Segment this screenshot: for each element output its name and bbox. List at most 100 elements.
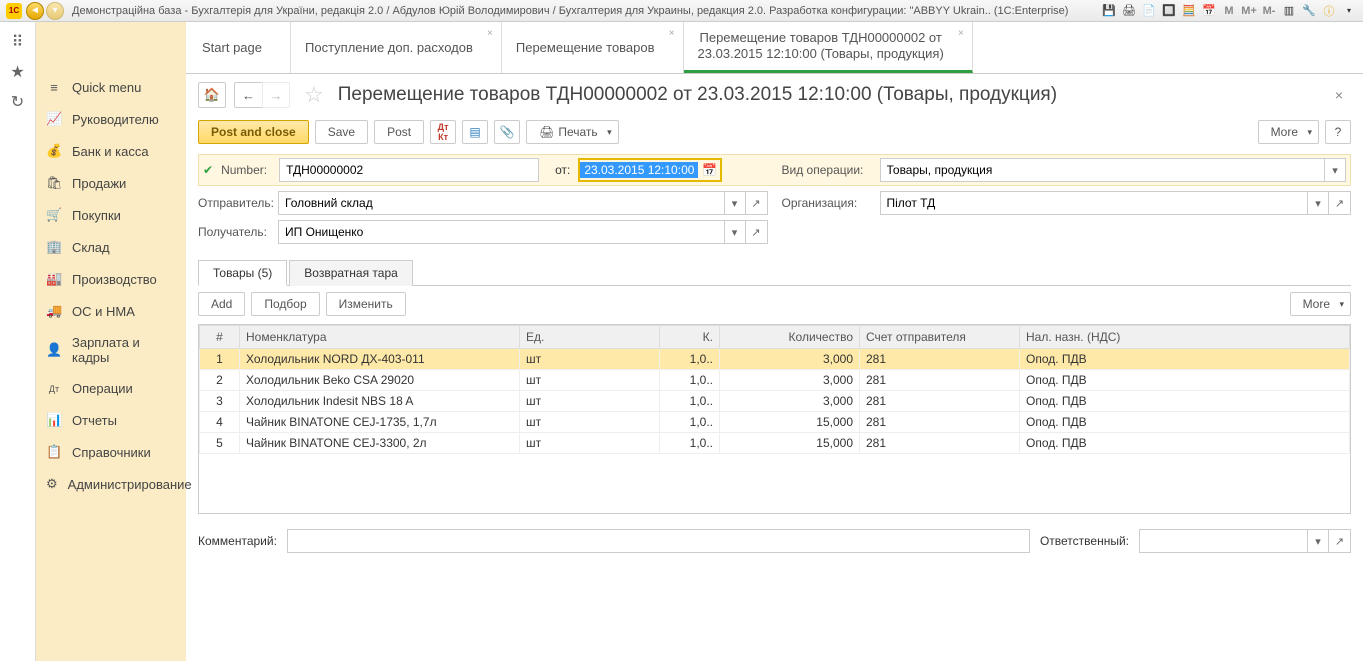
subtab-tara[interactable]: Возвратная тара (289, 260, 413, 286)
sidebar-item-manager[interactable]: 📈 Руководителю (36, 103, 186, 135)
close-icon[interactable]: × (958, 28, 964, 40)
number-input[interactable] (279, 158, 539, 182)
col-acc[interactable]: Счет отправителя (860, 326, 1020, 349)
tb-dropdown-icon[interactable]: ▾ (1341, 3, 1357, 19)
nav-back-button[interactable]: ◄ (26, 2, 44, 20)
structure-button[interactable]: ▤ (462, 120, 488, 144)
favorite-icon[interactable]: ★ (8, 62, 28, 82)
col-vat[interactable]: Нал. назн. (НДС) (1020, 326, 1350, 349)
col-k[interactable]: К. (660, 326, 720, 349)
sender-input[interactable] (278, 191, 724, 215)
cell-vat: Опод. ПДВ (1020, 349, 1350, 370)
tb-calc-icon[interactable]: 🧮 (1181, 3, 1197, 19)
open-icon[interactable]: ↗ (746, 220, 768, 244)
subtab-goods[interactable]: Товары (5) (198, 260, 287, 286)
col-unit[interactable]: Ед. (520, 326, 660, 349)
op-type-input[interactable] (880, 158, 1325, 182)
select-button[interactable]: Подбор (251, 292, 319, 316)
tb-info-icon[interactable]: ⓘ (1321, 3, 1337, 19)
sidebar-item-warehouse[interactable]: 🏢Склад (36, 231, 186, 263)
sidebar-item-sales[interactable]: 🛍Продажи (36, 167, 186, 199)
table-row[interactable]: 4Чайник BINATONE CEJ-1735, 1,7лшт1,0..15… (200, 412, 1350, 433)
receiver-input[interactable] (278, 220, 724, 244)
sidebar-item-operations[interactable]: ДтОперации (36, 373, 186, 404)
sidebar-item-admin[interactable]: ⚙Администрирование (36, 468, 186, 500)
cell-unit: шт (520, 391, 660, 412)
sidebar-item-refs[interactable]: 📋Справочники (36, 436, 186, 468)
table-row[interactable]: 2Холодильник Beko CSA 29020шт1,0..3,0002… (200, 370, 1350, 391)
more-button[interactable]: More (1258, 120, 1319, 144)
dropdown-icon[interactable]: ▾ (1324, 158, 1346, 182)
responsible-input[interactable] (1139, 529, 1307, 553)
col-index[interactable]: # (200, 326, 240, 349)
favorite-star-icon[interactable]: ☆ (304, 82, 324, 108)
tb-doc-icon[interactable]: 📄 (1141, 3, 1157, 19)
sidebar-item-bank[interactable]: 💰Банк и касса (36, 135, 186, 167)
tab-label: Перемещение товаров (516, 40, 655, 55)
edit-button[interactable]: Изменить (326, 292, 406, 316)
tb-mminus-button[interactable]: M- (1261, 3, 1277, 19)
tb-compare-icon[interactable]: 🔲 (1161, 3, 1177, 19)
cell-k: 1,0.. (660, 391, 720, 412)
sidebar-item-hr[interactable]: 👤Зарплата и кадры (36, 327, 186, 373)
back-button[interactable]: ← (234, 82, 262, 108)
sidebar-item-quick-menu[interactable]: ≡Quick menu (36, 72, 186, 103)
cell-vat: Опод. ПДВ (1020, 370, 1350, 391)
attach-button[interactable]: 📎 (494, 120, 520, 144)
post-and-close-button[interactable]: Post and close (198, 120, 309, 144)
tab-transfer-doc[interactable]: Перемещение товаров ТДН00000002 от 23.03… (684, 22, 973, 73)
calendar-icon[interactable]: 📅 (698, 163, 720, 177)
page-close-button[interactable]: × (1327, 83, 1351, 107)
table-row[interactable]: 3Холодильник Indesit NBS 18 Aшт1,0..3,00… (200, 391, 1350, 412)
help-button[interactable]: ? (1325, 120, 1351, 144)
nav-fwd-button[interactable]: ▾ (46, 2, 64, 20)
open-icon[interactable]: ↗ (746, 191, 768, 215)
save-button[interactable]: Save (315, 120, 368, 144)
dtkt-button[interactable]: ДтКт (430, 120, 456, 144)
sidebar-item-label: Руководителю (72, 112, 159, 127)
table-header-row: # Номенклатура Ед. К. Количество Счет от… (200, 326, 1350, 349)
dropdown-icon[interactable]: ▾ (1307, 191, 1329, 215)
tab-receipt[interactable]: Поступление доп. расходов× (291, 22, 502, 73)
tb-save-icon[interactable]: 💾 (1101, 3, 1117, 19)
tb-tools-icon[interactable]: 🔧 (1301, 3, 1317, 19)
sidebar-item-assets[interactable]: 🚚ОС и НМА (36, 295, 186, 327)
sidebar-item-production[interactable]: 🏭Производство (36, 263, 186, 295)
dropdown-icon[interactable]: ▾ (724, 220, 746, 244)
table-row[interactable]: 1Холодильник NORD ДХ-403-011шт1,0..3,000… (200, 349, 1350, 370)
date-input[interactable]: 23.03.2015 12:10:00 📅 (578, 158, 722, 182)
tb-panel-icon[interactable]: ▥ (1281, 3, 1297, 19)
tb-print-icon[interactable]: 🖨 (1121, 3, 1137, 19)
print-button[interactable]: 🖨Печать (526, 120, 619, 144)
add-row-button[interactable]: Add (198, 292, 245, 316)
table-more-button[interactable]: More (1290, 292, 1351, 316)
open-icon[interactable]: ↗ (1329, 191, 1351, 215)
tab-start[interactable]: Start page (188, 22, 291, 73)
tb-calendar-icon[interactable]: 📅 (1201, 3, 1217, 19)
org-input[interactable] (880, 191, 1308, 215)
dropdown-icon[interactable]: ▾ (724, 191, 746, 215)
tab-transfer-list[interactable]: Перемещение товаров × (502, 22, 684, 73)
comment-input[interactable] (287, 529, 1030, 553)
cell-acc: 281 (860, 433, 1020, 454)
tb-mplus-button[interactable]: M+ (1241, 3, 1257, 19)
org-label: Организация: (782, 196, 872, 210)
dropdown-icon[interactable]: ▾ (1307, 529, 1329, 553)
chart-icon: 📈 (46, 111, 62, 127)
apps-icon[interactable]: ⠿ (8, 32, 28, 52)
cell-k: 1,0.. (660, 433, 720, 454)
close-icon[interactable]: × (669, 28, 675, 39)
open-icon[interactable]: ↗ (1329, 529, 1351, 553)
sidebar-item-reports[interactable]: 📊Отчеты (36, 404, 186, 436)
col-name[interactable]: Номенклатура (240, 326, 520, 349)
history-icon[interactable]: ↻ (8, 92, 28, 112)
close-icon[interactable]: × (487, 28, 493, 39)
bars-icon: 📊 (46, 412, 62, 428)
tb-m-button[interactable]: M (1221, 3, 1237, 19)
post-button[interactable]: Post (374, 120, 424, 144)
sidebar-item-purchases[interactable]: 🛒Покупки (36, 199, 186, 231)
table-row[interactable]: 5Чайник BINATONE CEJ-3300, 2лшт1,0..15,0… (200, 433, 1350, 454)
home-button[interactable]: 🏠 (198, 82, 226, 108)
col-qty[interactable]: Количество (720, 326, 860, 349)
forward-button[interactable]: → (262, 82, 290, 108)
